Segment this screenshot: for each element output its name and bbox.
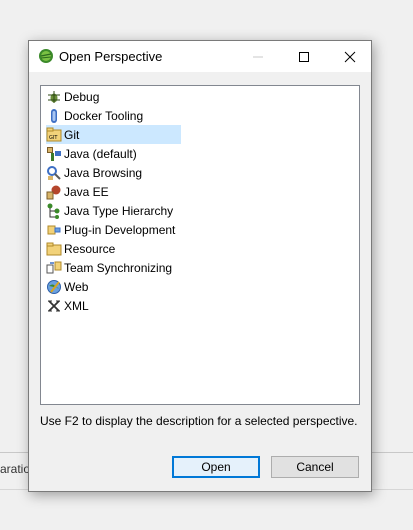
list-item-label: Debug bbox=[64, 89, 100, 104]
git-icon: GIT bbox=[46, 127, 62, 143]
maximize-button[interactable] bbox=[281, 41, 327, 72]
list-item-java-type-hierarchy[interactable]: Java Type Hierarchy bbox=[46, 201, 181, 220]
web-icon bbox=[46, 279, 62, 295]
list-item-java-ee[interactable]: Java EE bbox=[46, 182, 181, 201]
debug-icon bbox=[46, 89, 62, 105]
list-item-label: Resource bbox=[64, 241, 116, 256]
docker-tooling-icon bbox=[46, 108, 62, 124]
list-item-label: Java EE bbox=[64, 184, 109, 199]
list-item-debug[interactable]: Debug bbox=[46, 87, 181, 106]
plugin-development-icon bbox=[46, 222, 62, 238]
list-item-git[interactable]: GIT Git bbox=[46, 125, 181, 144]
list-item-label: Team Synchronizing bbox=[64, 260, 173, 275]
list-item-team-synchronizing[interactable]: Team Synchronizing bbox=[46, 258, 181, 277]
dialog-title: Open Perspective bbox=[59, 49, 163, 64]
open-perspective-dialog: Open Perspective Debug Docker Tooling GI… bbox=[28, 40, 372, 492]
list-item-label: Docker Tooling bbox=[64, 108, 144, 123]
close-button[interactable] bbox=[327, 41, 373, 72]
team-synchronizing-icon bbox=[46, 260, 62, 276]
list-item-resource[interactable]: Resource bbox=[46, 239, 181, 258]
list-item-label: Java (default) bbox=[64, 146, 137, 161]
maximize-icon bbox=[299, 51, 309, 62]
dialog-titlebar[interactable]: Open Perspective bbox=[29, 41, 371, 72]
svg-text:GIT: GIT bbox=[49, 135, 58, 141]
java-ee-icon bbox=[46, 184, 62, 200]
open-button[interactable]: Open bbox=[172, 456, 260, 478]
java-type-hierarchy-icon bbox=[46, 203, 62, 219]
cancel-button[interactable]: Cancel bbox=[271, 456, 359, 478]
eclipse-icon bbox=[38, 48, 54, 64]
close-icon bbox=[344, 51, 356, 62]
list-item-web[interactable]: Web bbox=[46, 277, 181, 296]
list-item-docker-tooling[interactable]: Docker Tooling bbox=[46, 106, 181, 125]
list-item-java-browsing[interactable]: Java Browsing bbox=[46, 163, 181, 182]
minimize-button[interactable] bbox=[235, 41, 281, 72]
perspective-list[interactable]: Debug Docker Tooling GIT Git Java (defau… bbox=[40, 85, 360, 405]
list-item-label: Git bbox=[64, 127, 80, 142]
resource-icon bbox=[46, 241, 62, 257]
list-item-label: Web bbox=[64, 279, 89, 294]
java-icon bbox=[46, 146, 62, 162]
list-item-xml[interactable]: XML bbox=[46, 296, 181, 315]
background-partial-label: aratio bbox=[0, 462, 31, 476]
xml-icon bbox=[46, 298, 62, 314]
list-item-label: Plug-in Development bbox=[64, 222, 176, 237]
list-item-label: Java Type Hierarchy bbox=[64, 203, 174, 218]
list-item-plugin-development[interactable]: Plug-in Development bbox=[46, 220, 181, 239]
list-item-java-default[interactable]: Java (default) bbox=[46, 144, 181, 163]
java-browsing-icon bbox=[46, 165, 62, 181]
hint-text: Use F2 to display the description for a … bbox=[40, 414, 358, 428]
minimize-icon bbox=[253, 56, 263, 57]
list-item-label: XML bbox=[64, 298, 89, 313]
list-item-label: Java Browsing bbox=[64, 165, 143, 180]
